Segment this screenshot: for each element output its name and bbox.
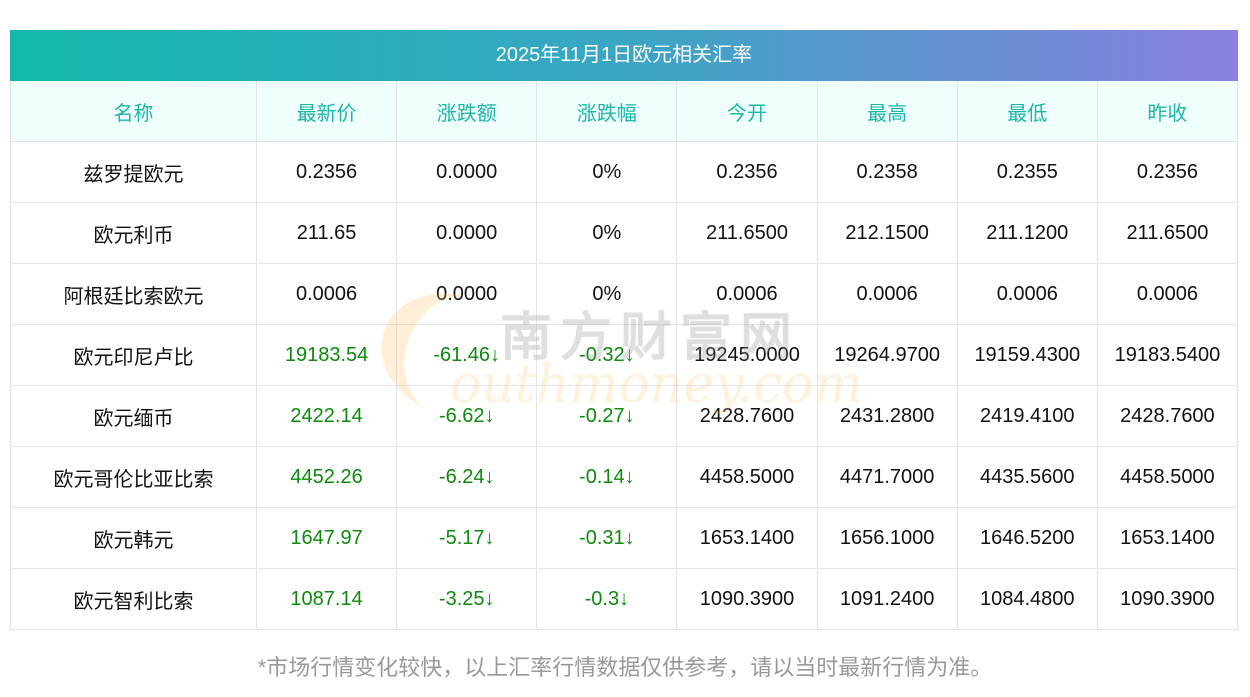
cell-最新价: 4452.26 [255,446,398,508]
cell-最高: 0.0006 [816,263,958,325]
table-row: 欧元韩元 1647.97 -5.17↓ -0.31↓ 1653.1400 1656.100… [10,507,1239,569]
column-header: 涨跌幅 [536,81,678,142]
cell-最新价: 0.0006 [255,263,398,325]
cell-最低: 19159.4300 [956,324,1098,386]
currency-name: 欧元韩元 [10,507,257,569]
table-row: 兹罗提欧元 0.2356 0.0000 0% 0.2356 0.2358 0.2355 0.2… [10,141,1239,203]
cell-最高: 4471.7000 [816,446,958,508]
cell-最新价: 2422.14 [255,385,398,447]
cell-涨跌幅: -0.14↓ [536,446,678,508]
table-row: 阿根廷比索欧元 0.0006 0.0000 0% 0.0006 0.0006 0.0006 0… [10,263,1239,325]
cell-昨收: 1653.1400 [1096,507,1239,569]
cell-最高: 2431.2800 [816,385,958,447]
cell-最低: 2419.4100 [956,385,1098,447]
cell-涨跌幅: 0% [536,263,678,325]
cell-涨跌额: 0.0000 [396,141,538,203]
cell-最高: 1091.2400 [816,568,958,630]
table-title: 2025年11月1日欧元相关汇率 [10,30,1238,81]
column-header: 最低 [956,81,1098,142]
cell-昨收: 1090.3900 [1096,568,1239,630]
cell-最高: 19264.9700 [816,324,958,386]
cell-昨收: 211.6500 [1096,202,1239,264]
cell-涨跌幅: 0% [536,202,678,264]
currency-name: 兹罗提欧元 [10,141,257,203]
column-header: 最高 [816,81,958,142]
table-row: 欧元缅币 2422.14 -6.62↓ -0.27↓ 2428.7600 2431.280… [10,385,1239,447]
cell-涨跌额: -61.46↓ [396,324,538,386]
cell-昨收: 0.2356 [1096,141,1239,203]
cell-今开: 2428.7600 [676,385,818,447]
cell-最新价: 211.65 [255,202,398,264]
cell-今开: 211.6500 [676,202,818,264]
cell-涨跌额: 0.0000 [396,202,538,264]
cell-涨跌额: -6.24↓ [396,446,538,508]
cell-昨收: 4458.5000 [1096,446,1239,508]
rate-table-container: 2025年11月1日欧元相关汇率 名称 最新价 涨跌额 涨跌幅 今开 最高 最低 昨收 兹罗提… [10,30,1239,630]
cell-最低: 0.2355 [956,141,1098,203]
disclaimer: *市场行情变化较快，以上汇率行情数据仅供参考，请以当时最新行情为准。 [257,655,993,680]
table-row: 欧元印尼卢比 19183.54 -61.46↓ -0.32↓ 19245.0000 192… [10,324,1239,386]
cell-昨收: 0.0006 [1096,263,1239,325]
cell-今开: 0.0006 [676,263,818,325]
cell-最高: 0.2358 [816,141,958,203]
cell-涨跌幅: -0.27↓ [536,385,678,447]
cell-涨跌额: 0.0000 [396,263,538,325]
cell-今开: 0.2356 [676,141,818,203]
header-row: 名称 最新价 涨跌额 涨跌幅 今开 最高 最低 昨收 [10,81,1239,142]
cell-最低: 1646.5200 [956,507,1098,569]
cell-今开: 1090.3900 [676,568,818,630]
cell-涨跌额: -5.17↓ [396,507,538,569]
column-header: 名称 [10,81,257,142]
cell-最低: 211.1200 [956,202,1098,264]
cell-涨跌幅: -0.3↓ [536,568,678,630]
cell-今开: 4458.5000 [676,446,818,508]
cell-涨跌幅: -0.32↓ [536,324,678,386]
cell-最新价: 19183.54 [255,324,398,386]
table-row: 欧元利币 211.65 0.0000 0% 211.6500 212.1500 211.12… [10,202,1239,264]
currency-name: 欧元哥伦比亚比索 [10,446,257,508]
column-header: 最新价 [255,81,398,142]
cell-今开: 1653.1400 [676,507,818,569]
currency-name: 阿根廷比索欧元 [10,263,257,325]
cell-最新价: 1647.97 [255,507,398,569]
cell-最低: 0.0006 [956,263,1098,325]
currency-name: 欧元缅币 [10,385,257,447]
cell-最高: 212.1500 [816,202,958,264]
cell-涨跌额: -6.62↓ [396,385,538,447]
cell-今开: 19245.0000 [676,324,818,386]
cell-最低: 4435.5600 [956,446,1098,508]
currency-name: 欧元印尼卢比 [10,324,257,386]
cell-昨收: 19183.5400 [1096,324,1239,386]
table-row: 欧元哥伦比亚比索 4452.26 -6.24↓ -0.14↓ 4458.5000 4471… [10,446,1239,508]
column-header: 涨跌额 [396,81,538,142]
cell-涨跌幅: 0% [536,141,678,203]
cell-昨收: 2428.7600 [1096,385,1239,447]
rate-table: 名称 最新价 涨跌额 涨跌幅 今开 最高 最低 昨收 兹罗提欧元 0.2356 0.0000 0% 0… [10,81,1239,630]
cell-最高: 1656.1000 [816,507,958,569]
currency-name: 欧元智利比索 [10,568,257,630]
column-header: 今开 [676,81,818,142]
cell-涨跌幅: -0.31↓ [536,507,678,569]
cell-最新价: 1087.14 [255,568,398,630]
currency-name: 欧元利币 [10,202,257,264]
cell-涨跌额: -3.25↓ [396,568,538,630]
column-header: 昨收 [1096,81,1239,142]
cell-最低: 1084.4800 [956,568,1098,630]
cell-最新价: 0.2356 [255,141,398,203]
table-row: 欧元智利比索 1087.14 -3.25↓ -0.3↓ 1090.3900 1091.24… [10,568,1239,630]
